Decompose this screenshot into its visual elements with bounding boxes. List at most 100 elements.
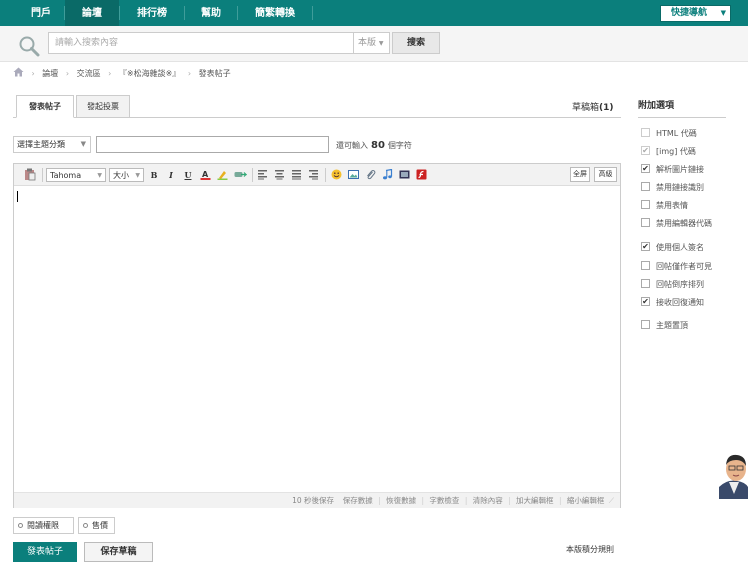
status-separator: |	[421, 496, 425, 505]
align-center-icon[interactable]	[274, 169, 285, 180]
credit-rules-link[interactable]: 本版積分規則	[566, 544, 614, 555]
side-option-label: 回帖倒序排列	[656, 280, 704, 289]
checkbox-checked-icon[interactable]: ✔	[641, 242, 650, 251]
search-input[interactable]: 請輸入搜索內容	[48, 32, 354, 54]
search-placeholder: 請輸入搜索內容	[55, 38, 119, 48]
checkbox-checked-icon[interactable]: ✔	[641, 297, 650, 306]
breadcrumb-separator: ›	[65, 69, 70, 78]
category-select[interactable]: 選擇主題分類 ▼	[13, 136, 91, 153]
fullscreen-button[interactable]: 全屏	[570, 167, 590, 182]
side-option-label: 接收回復通知	[656, 298, 704, 307]
side-option[interactable]: 禁用表情	[641, 200, 688, 212]
font-family-select[interactable]: Tahoma ▼	[46, 168, 106, 182]
save-data-link[interactable]: 保存數據	[343, 493, 373, 508]
align-left-icon[interactable]	[257, 169, 268, 180]
side-option-label: HTML 代碼	[656, 129, 697, 138]
search-scope-select[interactable]: 本版 ▼	[354, 32, 390, 54]
restore-data-link[interactable]: 恢復數據	[386, 493, 416, 508]
nav-item-help[interactable]: 幫助	[185, 0, 237, 26]
underline-button[interactable]: U	[182, 168, 194, 182]
music-icon[interactable]	[382, 169, 393, 180]
flash-icon[interactable]	[416, 169, 427, 180]
checkbox-icon[interactable]	[641, 128, 650, 137]
nav-item-convert[interactable]: 簡繁轉換	[238, 0, 312, 26]
side-option[interactable]: ✔ [img] 代碼	[641, 146, 696, 158]
highlight-icon[interactable]	[217, 169, 228, 180]
side-option[interactable]: 回帖倒序排列	[641, 279, 704, 291]
side-option[interactable]: 禁用鏈接識別	[641, 182, 704, 194]
word-count-link[interactable]: 字數檢查	[429, 493, 459, 508]
clear-content-link[interactable]: 清除內容	[473, 493, 503, 508]
drafts-link[interactable]: 草稿箱(1)	[572, 100, 614, 113]
enlarge-editor-link[interactable]: 加大編輯框	[516, 493, 554, 508]
checkbox-checked-icon[interactable]: ✔	[641, 164, 650, 173]
side-option[interactable]: ✔ 接收回復通知	[641, 297, 704, 309]
top-nav-bar: 門戶 論壇 排行榜 幫助 簡繁轉換	[0, 0, 748, 26]
side-option[interactable]: 回帖僅作者可見	[641, 261, 712, 273]
drafts-count: (1)	[599, 103, 614, 113]
tab-new-post[interactable]: 發表帖子	[16, 95, 74, 118]
align-justify-icon[interactable]	[291, 169, 302, 180]
radio-dot-icon	[18, 523, 23, 528]
align-right-icon[interactable]	[308, 169, 319, 180]
breadcrumb-board[interactable]: 『※松海雜談※』	[119, 67, 180, 81]
resize-grip-icon[interactable]: ⟋	[609, 493, 614, 508]
text-cursor	[17, 191, 18, 202]
shrink-editor-link[interactable]: 縮小編輯框	[567, 493, 605, 508]
breadcrumb-forum[interactable]: 論壇	[42, 67, 58, 81]
nav-item-forum[interactable]: 論壇	[65, 0, 119, 26]
video-icon[interactable]	[399, 169, 410, 180]
subject-input[interactable]	[96, 136, 329, 153]
status-separator: |	[558, 496, 562, 505]
side-options-title: 附加選項	[638, 101, 675, 111]
link-icon[interactable]	[234, 169, 247, 180]
side-option[interactable]: 主題置頂	[641, 320, 688, 332]
breadcrumb-current: 發表帖子	[198, 69, 231, 78]
checkbox-icon[interactable]	[641, 279, 650, 288]
checkbox-icon[interactable]	[641, 182, 650, 191]
chevron-down-icon: ▼	[80, 140, 86, 148]
checkbox-icon[interactable]	[641, 261, 650, 270]
checkbox-icon[interactable]	[641, 218, 650, 227]
attachment-icon[interactable]	[365, 169, 376, 180]
nav-item-label: 簡繁轉換	[255, 8, 295, 19]
side-option[interactable]: 禁用編輯器代碼	[641, 218, 712, 230]
font-size-select[interactable]: 大小 ▼	[109, 168, 144, 182]
checkbox-icon[interactable]	[641, 320, 650, 329]
post-editor: Tahoma ▼ 大小 ▼ B I U A 全屏 高級 10 秒後保存 保存數據 |…	[13, 163, 621, 508]
checkbox-icon[interactable]	[641, 200, 650, 209]
remain-prefix: 還可輸入	[336, 141, 368, 150]
quick-nav-dropdown[interactable]: 快捷導航 ▼	[660, 5, 731, 22]
checkbox-checked-icon[interactable]: ✔	[641, 146, 650, 155]
status-separator: |	[378, 496, 381, 505]
advanced-mode-button[interactable]: 高級	[594, 167, 617, 182]
italic-button[interactable]: I	[165, 168, 177, 182]
radio-dot-icon	[83, 523, 88, 528]
side-option-label: 禁用表情	[656, 201, 688, 210]
bold-button[interactable]: B	[148, 168, 160, 182]
side-option[interactable]: ✔ 使用個人簽名	[641, 242, 704, 254]
tab-new-poll[interactable]: 發起投票	[76, 95, 130, 118]
side-option[interactable]: ✔ 解析圖片鏈接	[641, 164, 704, 176]
side-options-divider	[638, 117, 726, 118]
autosave-timer: 10 秒後保存	[292, 496, 335, 505]
save-draft-button[interactable]: 保存草稿	[84, 542, 153, 562]
side-option-label: 回帖僅作者可見	[656, 262, 712, 271]
search-button[interactable]: 搜索	[392, 32, 440, 54]
nav-item-portal[interactable]: 門戶	[18, 0, 64, 26]
smiley-icon[interactable]	[331, 169, 342, 180]
remain-suffix: 個字符	[387, 141, 412, 150]
nav-item-label: 排行榜	[137, 8, 167, 19]
side-option[interactable]: HTML 代碼	[641, 128, 697, 140]
font-color-icon[interactable]: A	[200, 169, 211, 180]
breadcrumb-section[interactable]: 交流區	[77, 67, 101, 81]
paste-icon[interactable]	[24, 168, 36, 181]
image-icon[interactable]	[348, 169, 359, 180]
submit-post-button[interactable]: 發表帖子	[13, 542, 77, 562]
side-option-label: 禁用編輯器代碼	[656, 219, 712, 228]
home-icon[interactable]	[13, 67, 24, 77]
avatar[interactable]	[719, 449, 748, 499]
price-button[interactable]: 售價	[78, 517, 115, 534]
read-permission-button[interactable]: 閱讀權限	[13, 517, 74, 534]
nav-item-rankings[interactable]: 排行榜	[120, 0, 184, 26]
